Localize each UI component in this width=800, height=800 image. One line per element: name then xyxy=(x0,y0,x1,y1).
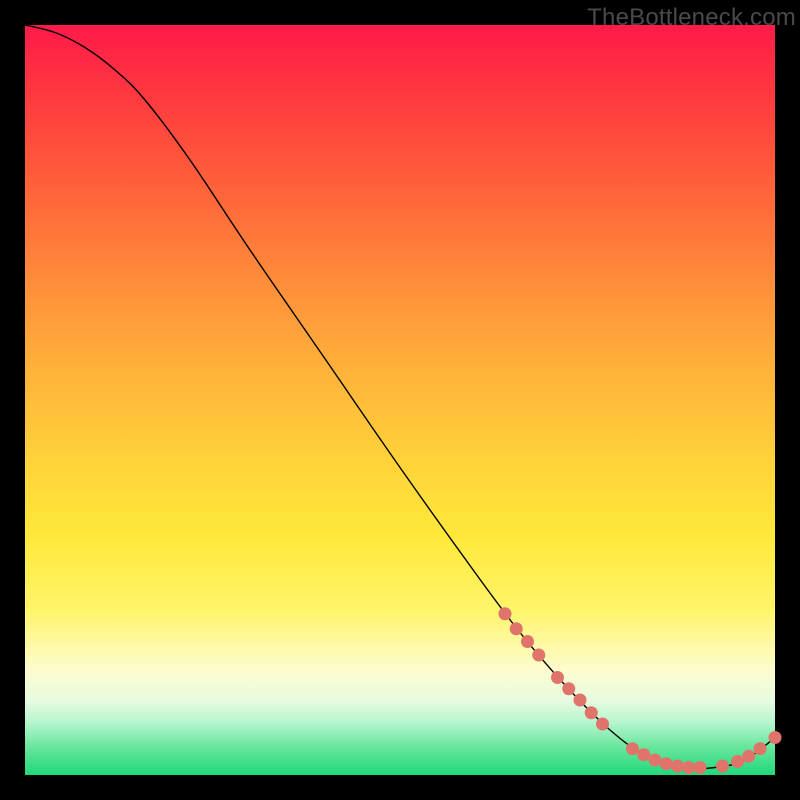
data-marker xyxy=(649,754,662,767)
data-marker xyxy=(510,622,523,635)
data-marker xyxy=(694,761,707,774)
plot-area xyxy=(25,25,775,775)
data-marker xyxy=(682,761,695,774)
bottleneck-markers xyxy=(499,607,782,774)
data-marker xyxy=(660,757,673,770)
data-marker xyxy=(562,682,575,695)
data-marker xyxy=(499,607,512,620)
data-marker xyxy=(551,671,564,684)
data-marker xyxy=(596,718,609,731)
bottleneck-curve xyxy=(25,25,775,769)
data-marker xyxy=(742,750,755,763)
chart-svg xyxy=(25,25,775,775)
data-marker xyxy=(637,748,650,761)
data-marker xyxy=(671,760,684,773)
data-marker xyxy=(754,742,767,755)
data-marker xyxy=(574,694,587,707)
chart-stage: TheBottleneck.com xyxy=(0,0,800,800)
data-marker xyxy=(626,742,639,755)
data-marker xyxy=(585,706,598,719)
data-marker xyxy=(716,760,729,773)
data-marker xyxy=(532,649,545,662)
data-marker xyxy=(521,635,534,648)
data-marker xyxy=(731,755,744,768)
data-marker xyxy=(769,731,782,744)
